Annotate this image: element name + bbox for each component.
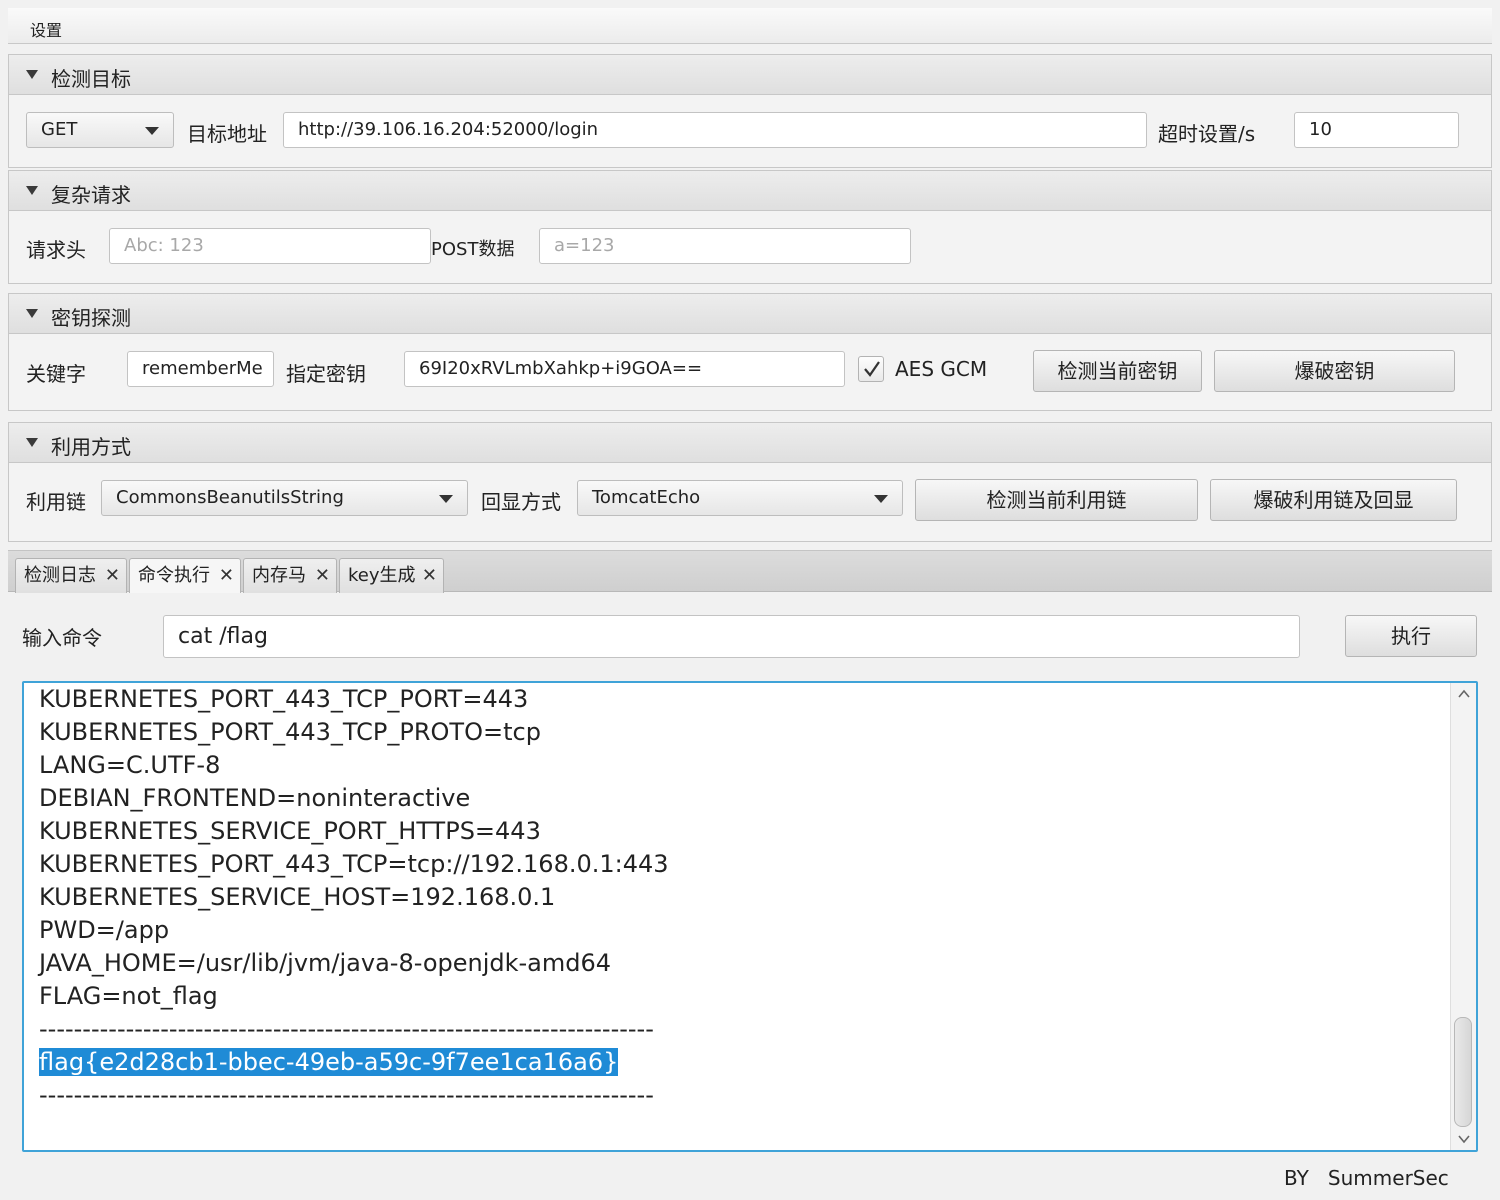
chevron-down-icon (145, 127, 159, 135)
post-data-input[interactable]: a=123 (539, 228, 911, 264)
tab-bar: 检测日志 ✕ 命令执行 ✕ 内存马 ✕ key生成 ✕ (8, 550, 1492, 593)
chevron-down-icon (439, 495, 453, 503)
request-header-label: 请求头 (26, 238, 86, 262)
post-data-label: POST数据 (431, 239, 515, 260)
output-separator: ----------------------------------------… (39, 1015, 654, 1043)
output-separator: ----------------------------------------… (39, 1081, 654, 1109)
url-label: 目标地址 (187, 122, 267, 146)
output-line: KUBERNETES_PORT_443_TCP_PORT=443 (39, 685, 529, 713)
output-line: KUBERNETES_PORT_443_TCP=tcp://192.168.0.… (39, 850, 669, 878)
output-line: KUBERNETES_SERVICE_HOST=192.168.0.1 (39, 883, 556, 911)
output-line: JAVA_HOME=/usr/lib/jvm/java-8-openjdk-am… (39, 949, 612, 977)
selected-flag-text[interactable]: flag{e2d28cb1-bbec-49eb-a59c-9f7ee1ca16a… (39, 1048, 619, 1076)
check-chain-button[interactable]: 检测当前利用链 (915, 479, 1198, 521)
keyword-label: 关键字 (26, 362, 86, 386)
output-flag-line: flag{e2d28cb1-bbec-49eb-a59c-9f7ee1ca16a… (39, 1046, 669, 1079)
specified-key-label: 指定密钥 (286, 362, 366, 386)
close-icon[interactable]: ✕ (105, 559, 120, 593)
aes-gcm-checkbox[interactable] (858, 356, 884, 382)
method-select[interactable]: GET (26, 112, 174, 148)
collapse-triangle-icon[interactable] (26, 438, 38, 447)
panel-key-title: 密钥探测 (51, 306, 131, 330)
check-key-button[interactable]: 检测当前密钥 (1033, 350, 1202, 392)
output-scrollbar[interactable] (1450, 683, 1476, 1150)
chevron-up-icon[interactable] (1457, 687, 1471, 701)
panel-target-header[interactable]: 检测目标 (9, 55, 1491, 95)
request-header-input[interactable]: Abc: 123 (109, 228, 431, 264)
panel-target: 检测目标 GET 目标地址 http://39.106.16.204:52000… (8, 54, 1492, 168)
output-line: DEBIAN_FRONTEND=noninteractive (39, 784, 471, 812)
panel-exploit-header[interactable]: 利用方式 (9, 423, 1491, 463)
keyword-input[interactable]: rememberMe (127, 351, 274, 387)
output-line: KUBERNETES_PORT_443_TCP_PROTO=tcp (39, 718, 541, 746)
command-input[interactable]: cat /flag (163, 615, 1300, 658)
footer-by: BY (1284, 1166, 1309, 1190)
close-icon[interactable]: ✕ (315, 559, 330, 593)
brute-key-button[interactable]: 爆破密钥 (1214, 350, 1455, 392)
output-lines: KUBERNETES_PORT_443_TCP_PORT=443 KUBERNE… (39, 683, 669, 1112)
aes-gcm-label: AES GCM (895, 357, 988, 381)
panel-exploit: 利用方式 利用链 CommonsBeanutilsString 回显方式 Tom… (8, 422, 1492, 542)
panel-key-header[interactable]: 密钥探测 (9, 294, 1491, 334)
chevron-down-icon (874, 495, 888, 503)
timeout-label: 超时设置/s (1158, 122, 1256, 146)
panel-complex: 复杂请求 请求头 Abc: 123 POST数据 a=123 (8, 170, 1492, 284)
footer-author: SummerSec (1327, 1166, 1449, 1190)
menu-settings[interactable]: 设置 (30, 17, 62, 41)
tab-detect-log[interactable]: 检测日志 ✕ (15, 558, 127, 593)
panel-exploit-title: 利用方式 (51, 435, 131, 459)
chain-select[interactable]: CommonsBeanutilsString (101, 480, 468, 516)
panel-complex-header[interactable]: 复杂请求 (9, 171, 1491, 211)
tab-command-exec[interactable]: 命令执行 ✕ (129, 558, 241, 593)
brute-chain-button[interactable]: 爆破利用链及回显 (1210, 479, 1457, 521)
panel-target-title: 检测目标 (51, 67, 131, 91)
collapse-triangle-icon[interactable] (26, 309, 38, 318)
panel-key: 密钥探测 关键字 rememberMe 指定密钥 69I20xRVLmbXahk… (8, 293, 1492, 411)
close-icon[interactable]: ✕ (422, 559, 437, 593)
output-line: PWD=/app (39, 916, 170, 944)
output-line: LANG=C.UTF-8 (39, 751, 221, 779)
command-label: 输入命令 (22, 626, 102, 650)
checkmark-icon (864, 361, 880, 377)
menu-bar: 设置 (8, 8, 1492, 44)
tab-memshell[interactable]: 内存马 ✕ (243, 558, 337, 593)
panel-complex-title: 复杂请求 (51, 183, 131, 207)
echo-select[interactable]: TomcatEcho (577, 480, 903, 516)
chevron-down-icon[interactable] (1457, 1132, 1471, 1146)
command-output[interactable]: KUBERNETES_PORT_443_TCP_PORT=443 KUBERNE… (22, 681, 1478, 1152)
output-line: KUBERNETES_SERVICE_PORT_HTTPS=443 (39, 817, 541, 845)
url-input[interactable]: http://39.106.16.204:52000/login (283, 112, 1147, 148)
collapse-triangle-icon[interactable] (26, 70, 38, 79)
close-icon[interactable]: ✕ (219, 559, 234, 593)
scrollbar-thumb[interactable] (1454, 1017, 1472, 1127)
footer-credit: BY SummerSec (1284, 1166, 1449, 1190)
tab-key-gen[interactable]: key生成 ✕ (339, 558, 444, 593)
collapse-triangle-icon[interactable] (26, 186, 38, 195)
specified-key-input[interactable]: 69I20xRVLmbXahkp+i9GOA== (404, 351, 845, 387)
chain-label: 利用链 (26, 490, 86, 514)
output-line: FLAG=not_flag (39, 982, 218, 1010)
execute-button[interactable]: 执行 (1345, 615, 1477, 657)
timeout-input[interactable]: 10 (1294, 112, 1459, 148)
echo-label: 回显方式 (481, 490, 561, 514)
